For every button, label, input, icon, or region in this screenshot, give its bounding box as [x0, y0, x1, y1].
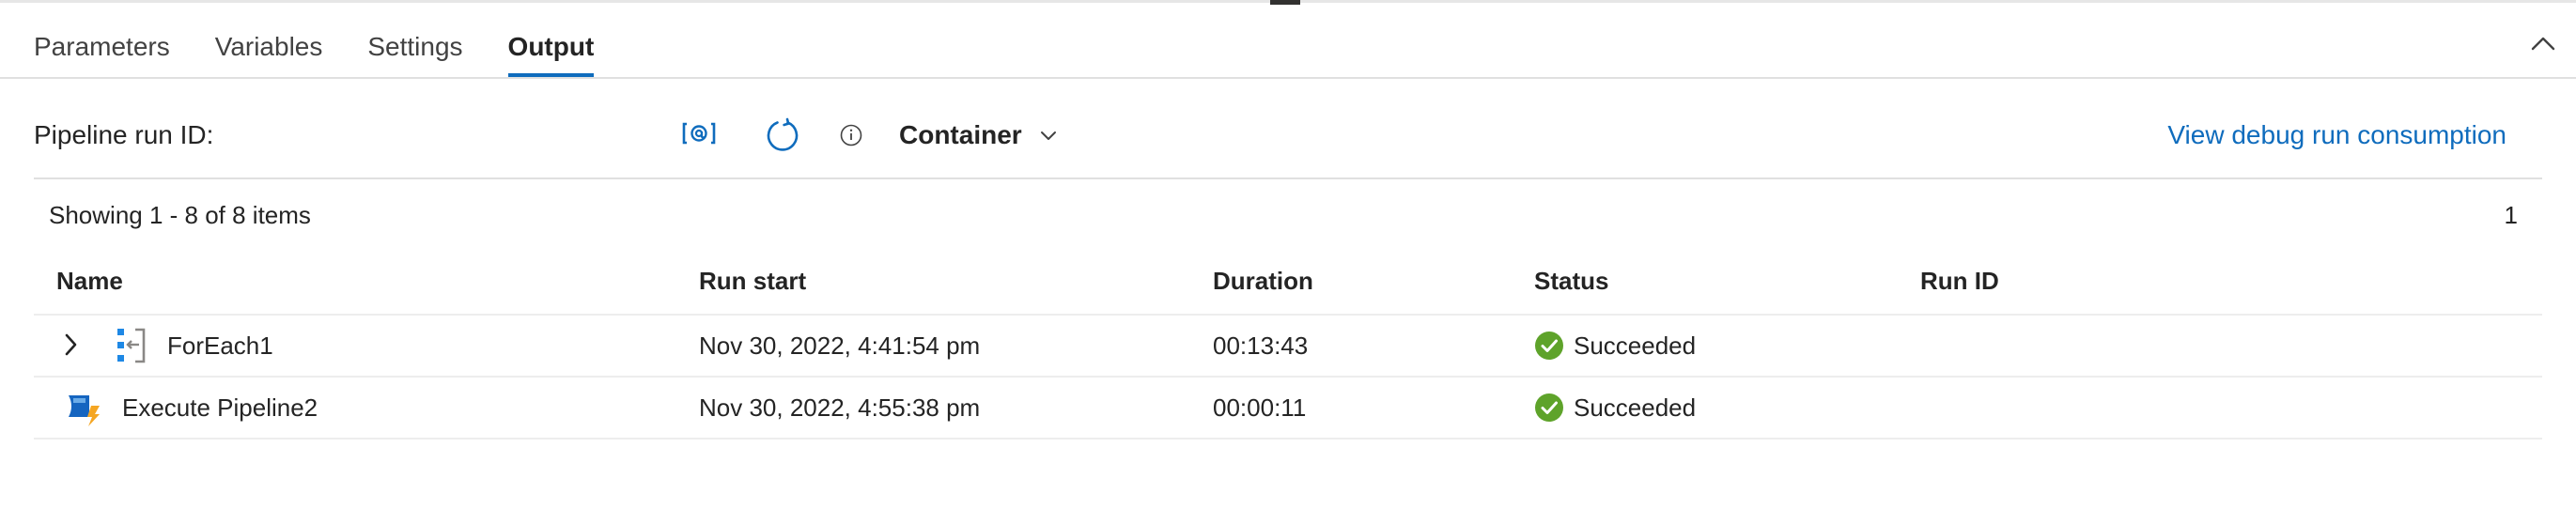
run-start-value: Nov 30, 2022, 4:55:38 pm — [699, 393, 981, 422]
success-check-icon — [1535, 332, 1563, 360]
container-dropdown-label: Container — [899, 120, 1022, 149]
info-icon — [840, 124, 862, 147]
collapse-panel-button[interactable] — [2527, 28, 2559, 60]
success-check-icon — [1535, 393, 1563, 422]
tabs-divider — [0, 77, 2576, 79]
table-row[interactable]: ForEach1 Nov 30, 2022, 4:41:54 pm 00:13:… — [34, 316, 2542, 378]
status-text: Succeeded — [1574, 332, 1697, 360]
column-header-duration[interactable]: Duration — [1213, 267, 1313, 296]
execute-pipeline-icon — [66, 389, 103, 431]
toolbar-divider — [34, 177, 2542, 179]
tab-variables[interactable]: Variables — [215, 0, 323, 77]
column-header-run-id[interactable]: Run ID — [1920, 267, 1999, 296]
status-cell: Succeeded — [1534, 378, 1816, 438]
foreach-activity-icon — [116, 327, 147, 369]
run-start-value: Nov 30, 2022, 4:41:54 pm — [699, 332, 981, 360]
activity-name[interactable]: ForEach1 — [167, 316, 273, 376]
refresh-button[interactable] — [765, 117, 800, 158]
output-tabs: Parameters Variables Settings Output — [34, 0, 639, 77]
run-id-icon — [682, 122, 716, 145]
chevron-right-icon — [65, 333, 77, 356]
status-cell: Succeeded — [1534, 316, 1816, 376]
tab-parameters[interactable]: Parameters — [34, 0, 170, 77]
info-button[interactable] — [840, 124, 862, 151]
items-count-text: Showing 1 - 8 of 8 items — [49, 201, 311, 229]
status-text: Succeeded — [1574, 393, 1697, 422]
column-header-name[interactable]: Name — [56, 267, 123, 296]
panel-resize-handle[interactable] — [1270, 0, 1300, 5]
tab-settings[interactable]: Settings — [367, 0, 462, 77]
chevron-up-icon — [2531, 37, 2555, 51]
duration-value: 00:13:43 — [1213, 332, 1309, 360]
container-dropdown[interactable]: Container — [899, 120, 1060, 150]
table-row[interactable]: Execute Pipeline2 Nov 30, 2022, 4:55:38 … — [34, 378, 2542, 440]
column-header-status[interactable]: Status — [1534, 267, 1608, 296]
tab-output[interactable]: Output — [507, 0, 594, 77]
duration-value: 00:00:11 — [1213, 393, 1307, 422]
pipeline-run-id-label: Pipeline run ID: — [34, 120, 214, 149]
view-debug-run-consumption-link[interactable]: View debug run consumption — [2167, 120, 2506, 150]
column-header-run-start[interactable]: Run start — [699, 267, 806, 296]
copy-run-id-button[interactable] — [682, 120, 716, 151]
activity-name[interactable]: Execute Pipeline2 — [122, 378, 318, 438]
page-number[interactable]: 1 — [2505, 201, 2518, 230]
expand-row-button[interactable] — [62, 332, 79, 362]
refresh-icon — [767, 117, 799, 151]
chevron-down-icon — [1040, 131, 1056, 140]
